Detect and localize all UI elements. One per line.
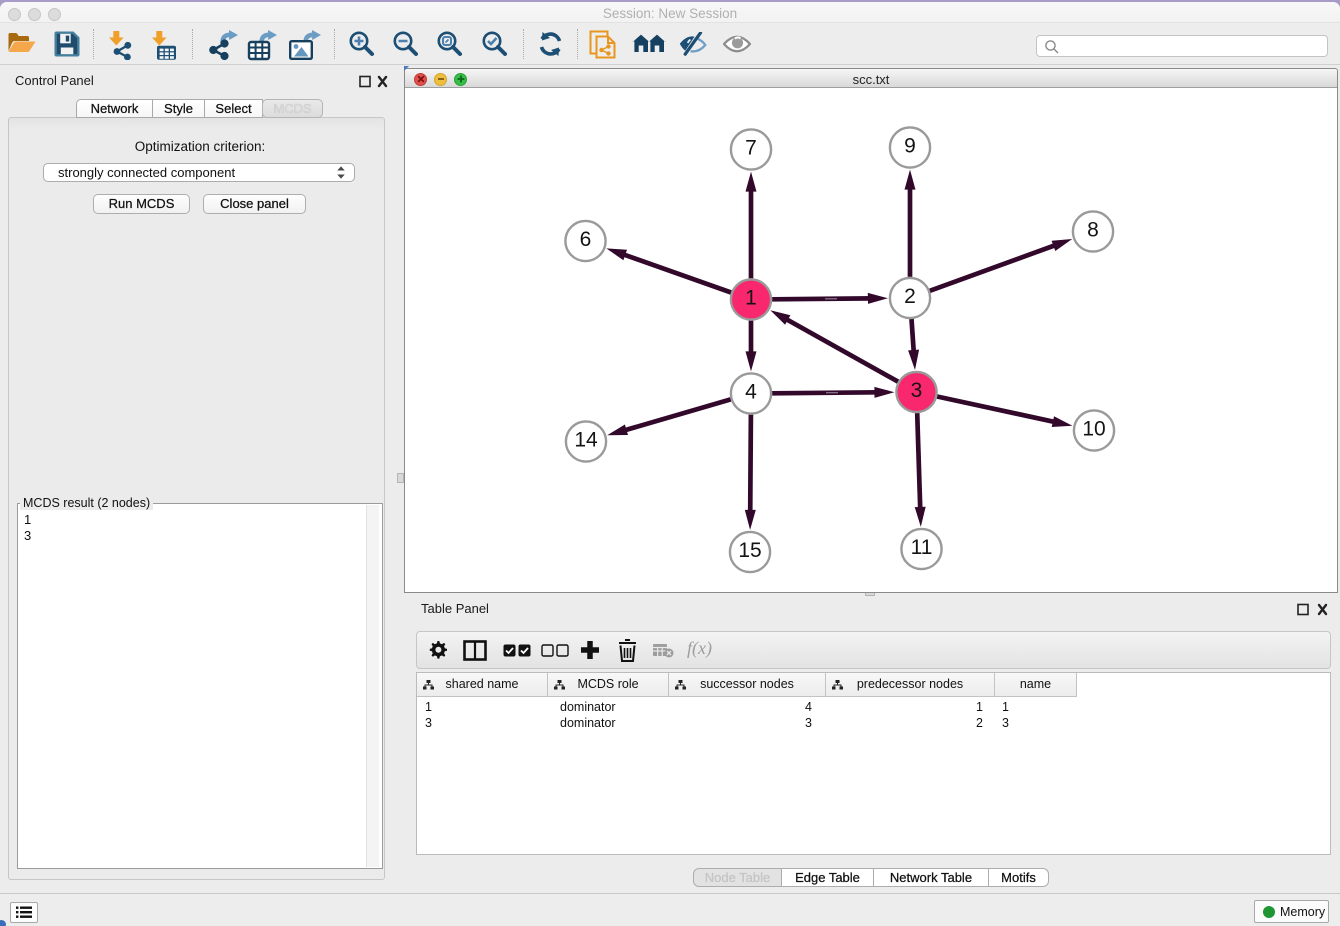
svg-text:2: 2: [904, 285, 916, 308]
svg-text:14: 14: [574, 429, 598, 452]
svg-text:4: 4: [745, 381, 757, 404]
svg-text:11: 11: [911, 536, 933, 559]
svg-text:7: 7: [745, 137, 757, 160]
svg-text:10: 10: [1082, 418, 1105, 441]
svg-text:6: 6: [580, 228, 592, 251]
svg-text:3: 3: [911, 379, 923, 402]
svg-text:15: 15: [738, 539, 761, 562]
svg-text:8: 8: [1087, 219, 1099, 242]
svg-text:1: 1: [745, 287, 757, 310]
svg-text:9: 9: [904, 135, 916, 158]
